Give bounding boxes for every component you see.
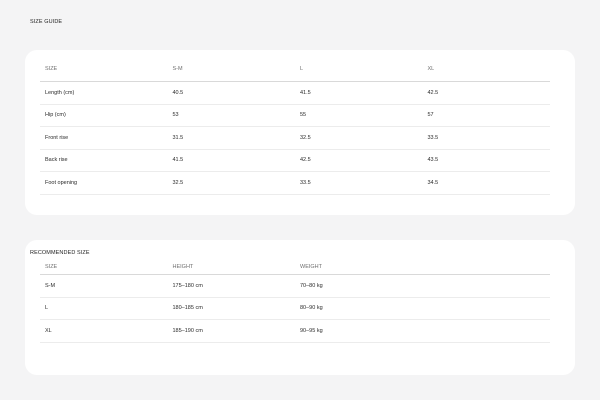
column-header-s-m: S-M — [167, 56, 295, 82]
table-cell: 180–185 cm — [167, 297, 295, 320]
table-header-row: SIZE HEIGHT WEIGHT — [40, 260, 550, 275]
table-cell — [422, 319, 550, 343]
column-header-l: L — [295, 56, 423, 82]
column-header-weight: WEIGHT — [295, 260, 423, 275]
table-cell: 185–190 cm — [167, 319, 295, 343]
size-guide-table: SIZE S-M L XL Length (cm) 40.5 41.5 42.5… — [40, 56, 550, 195]
column-header-size: SIZE — [40, 56, 168, 82]
row-label: XL — [40, 319, 168, 343]
column-header-height: HEIGHT — [167, 260, 295, 275]
table-cell: 41.5 — [295, 81, 423, 105]
table-row: Back rise 41.5 42.5 43.5 — [40, 149, 550, 172]
table-row: Length (cm) 40.5 41.5 42.5 — [40, 81, 550, 105]
table-cell: 40.5 — [167, 81, 295, 105]
table-cell: 42.5 — [422, 81, 550, 105]
column-header-xl: XL — [422, 56, 550, 82]
table-cell: 70–80 kg — [295, 274, 423, 298]
row-label: Length (cm) — [40, 81, 168, 105]
table-cell: 175–180 cm — [167, 274, 295, 298]
table-row: XL 185–190 cm 90–95 kg — [40, 319, 550, 343]
table-cell: 32.5 — [167, 171, 295, 195]
recommended-size-card: SIZE HEIGHT WEIGHT S-M 175–180 cm 70–80 … — [25, 240, 575, 375]
row-label: Foot opening — [40, 171, 168, 195]
table-header-row: SIZE S-M L XL — [40, 56, 550, 82]
table-cell: 32.5 — [295, 126, 423, 150]
recommended-size-table: SIZE HEIGHT WEIGHT S-M 175–180 cm 70–80 … — [40, 260, 550, 343]
table-cell: 41.5 — [167, 149, 295, 172]
table-cell: 90–95 kg — [295, 319, 423, 343]
table-cell: 53 — [167, 104, 295, 127]
table-cell — [422, 297, 550, 320]
column-header-size: SIZE — [40, 260, 168, 275]
recommended-size-title: RECOMMENDED SIZE — [30, 250, 90, 256]
table-cell: 80–90 kg — [295, 297, 423, 320]
row-label: Back rise — [40, 149, 168, 172]
table-cell: 55 — [295, 104, 423, 127]
table-row: L 180–185 cm 80–90 kg — [40, 297, 550, 320]
table-row: Front rise 31.5 32.5 33.5 — [40, 126, 550, 150]
row-label: S-M — [40, 274, 168, 298]
column-header-empty — [422, 260, 550, 275]
table-cell: 31.5 — [167, 126, 295, 150]
table-cell: 33.5 — [295, 171, 423, 195]
table-cell: 43.5 — [422, 149, 550, 172]
table-row: Hip (cm) 53 55 57 — [40, 104, 550, 127]
row-label: Front rise — [40, 126, 168, 150]
table-row: Foot opening 32.5 33.5 34.5 — [40, 171, 550, 195]
table-cell — [422, 274, 550, 298]
table-row: S-M 175–180 cm 70–80 kg — [40, 274, 550, 298]
table-cell: 33.5 — [422, 126, 550, 150]
row-label: L — [40, 297, 168, 320]
table-cell: 42.5 — [295, 149, 423, 172]
size-guide-title: SIZE GUIDE — [30, 19, 63, 25]
size-guide-card: SIZE S-M L XL Length (cm) 40.5 41.5 42.5… — [25, 50, 575, 215]
table-cell: 57 — [422, 104, 550, 127]
row-label: Hip (cm) — [40, 104, 168, 127]
table-cell: 34.5 — [422, 171, 550, 195]
